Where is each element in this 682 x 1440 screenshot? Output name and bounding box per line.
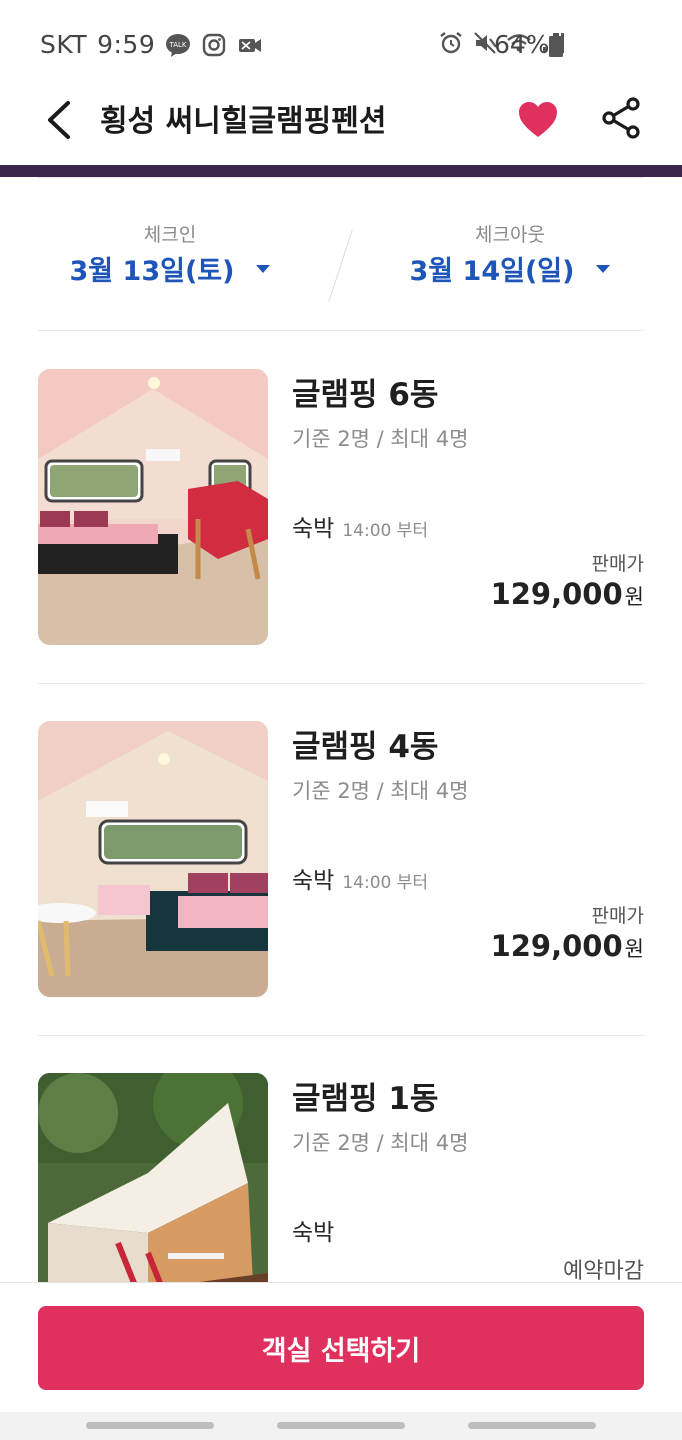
divider	[38, 330, 644, 331]
checkin-date: 3월 13일(토)	[69, 256, 235, 287]
nav-home[interactable]	[277, 1422, 405, 1429]
page-title: 횡성 써니힐글램핑펜션	[100, 104, 387, 139]
clock: 9:59	[97, 30, 156, 59]
sold-out-label: 예약마감	[563, 1259, 644, 1282]
room-capacity: 기준 2명 / 최대 4명	[292, 1131, 469, 1155]
price-unit: 원	[624, 937, 644, 961]
room-capacity: 기준 2명 / 최대 4명	[292, 427, 469, 451]
room-card[interactable]: 글램핑 4동 기준 2명 / 최대 4명 숙박 14:00 부터 판매가 129,…	[0, 721, 682, 1021]
nav-back[interactable]	[468, 1422, 596, 1429]
price: 129,000원	[491, 577, 644, 611]
video-call-icon	[239, 38, 262, 52]
stay-label: 숙박	[292, 516, 335, 542]
price-value: 129,000	[490, 929, 623, 963]
stay-label: 숙박	[292, 1220, 335, 1246]
battery-level: 64%	[494, 30, 550, 59]
price-label: 판매가	[591, 905, 644, 927]
room-name: 글램핑 6동	[292, 377, 439, 413]
status-bar: SKT 9:59 TALK 64%	[0, 0, 682, 88]
header-divider-bar	[0, 165, 682, 177]
price-value: 129,000	[490, 577, 623, 611]
price: 129,000원	[491, 929, 644, 963]
system-nav-bar	[0, 1412, 682, 1440]
caret-down-icon	[256, 264, 271, 273]
date-selector: 체크인 3월 13일(토) 체크아웃 3월 14일(일)	[0, 200, 682, 310]
room-capacity: 기준 2명 / 최대 4명	[292, 779, 469, 803]
back-arrow-icon[interactable]	[40, 98, 80, 142]
divider	[38, 1035, 644, 1036]
room-photo	[38, 721, 268, 997]
checkin-time: 14:00 부터	[342, 521, 429, 541]
stay-info: 숙박	[292, 1213, 334, 1247]
stay-label: 숙박	[292, 868, 335, 894]
select-room-button[interactable]: 객실 선택하기	[38, 1306, 644, 1390]
kakaotalk-icon: TALK	[166, 33, 191, 57]
divider	[38, 177, 644, 178]
caret-down-icon	[596, 264, 611, 273]
share-icon[interactable]	[600, 96, 642, 140]
battery-icon	[549, 33, 563, 57]
alarm-icon	[440, 32, 462, 54]
app-header: 횡성 써니힐글램핑펜션	[0, 88, 682, 166]
instagram-icon	[203, 33, 226, 56]
svg-text:TALK: TALK	[169, 41, 187, 49]
checkout-label: 체크아웃	[475, 224, 545, 246]
checkin-selector[interactable]: 체크인 3월 13일(토)	[40, 220, 300, 288]
nav-recent-apps[interactable]	[86, 1422, 214, 1429]
bottom-action-area: 객실 선택하기	[0, 1282, 682, 1412]
stay-info: 숙박 14:00 부터	[292, 861, 428, 895]
room-name: 글램핑 4동	[292, 729, 439, 765]
date-divider	[328, 229, 353, 303]
heart-icon[interactable]	[516, 98, 560, 142]
price-label: 판매가	[591, 553, 644, 575]
room-photo	[38, 369, 268, 645]
checkin-time: 14:00 부터	[342, 873, 429, 893]
carrier-label: SKT	[40, 30, 88, 59]
checkout-date: 3월 14일(일)	[409, 256, 575, 287]
checkin-label: 체크인	[143, 224, 197, 246]
divider	[38, 683, 644, 684]
price-unit: 원	[624, 585, 644, 609]
room-name: 글램핑 1동	[292, 1081, 439, 1117]
room-card[interactable]: 글램핑 1동 기준 2명 / 최대 4명 숙박 예약마감	[0, 1073, 682, 1282]
stay-info: 숙박 14:00 부터	[292, 509, 428, 543]
checkout-selector[interactable]: 체크아웃 3월 14일(일)	[380, 220, 640, 288]
room-photo	[38, 1073, 268, 1282]
room-card[interactable]: 글램핑 6동 기준 2명 / 최대 4명 숙박 14:00 부터 판매가 129,…	[0, 369, 682, 669]
